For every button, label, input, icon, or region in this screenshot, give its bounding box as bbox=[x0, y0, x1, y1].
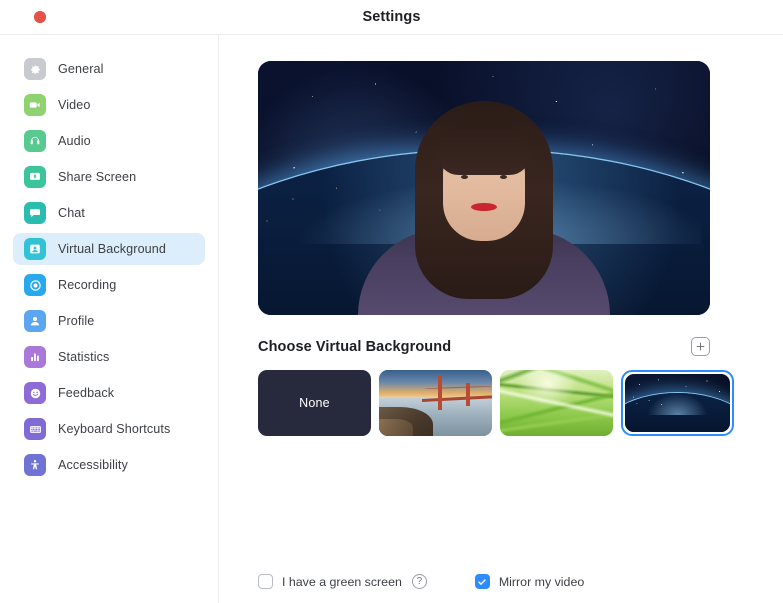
plus-icon bbox=[696, 342, 705, 351]
checkmark-icon bbox=[478, 578, 487, 585]
bridge-sky bbox=[379, 370, 492, 398]
background-thumbnail-bridge[interactable] bbox=[379, 370, 492, 436]
sidebar-item-feedback[interactable]: Feedback bbox=[13, 377, 205, 409]
green-screen-option[interactable]: I have a green screen ? bbox=[258, 574, 427, 589]
gear-icon bbox=[24, 58, 46, 80]
add-background-button[interactable] bbox=[691, 337, 710, 356]
green-screen-label: I have a green screen bbox=[282, 574, 402, 589]
close-window-button[interactable] bbox=[34, 11, 46, 23]
video-camera-icon bbox=[24, 94, 46, 116]
sidebar-item-recording[interactable]: Recording bbox=[13, 269, 205, 301]
person-eye-left bbox=[461, 175, 468, 179]
background-thumbnail-space[interactable] bbox=[621, 370, 734, 436]
background-thumbnail-list: None bbox=[258, 370, 753, 436]
bridge-foreground-rock bbox=[379, 418, 413, 436]
sidebar-item-label: Audio bbox=[58, 134, 91, 148]
settings-sidebar: General Video Audio Share Screen Chat Vi… bbox=[0, 35, 219, 603]
window-body: General Video Audio Share Screen Chat Vi… bbox=[0, 35, 783, 603]
section-title: Choose Virtual Background bbox=[258, 338, 452, 355]
person-hair-front bbox=[438, 123, 530, 175]
thumbnail-image bbox=[500, 370, 613, 436]
sidebar-item-label: Profile bbox=[58, 314, 95, 328]
background-thumbnail-grass[interactable] bbox=[500, 370, 613, 436]
mirror-video-label: Mirror my video bbox=[498, 574, 585, 589]
space-atmosphere-glow bbox=[648, 393, 707, 415]
sidebar-item-label: Virtual Background bbox=[58, 242, 166, 256]
virtual-background-panel: Choose Virtual Background None I have a … bbox=[219, 35, 783, 603]
sidebar-item-profile[interactable]: Profile bbox=[13, 305, 205, 337]
profile-person-icon bbox=[24, 310, 46, 332]
keyboard-icon bbox=[24, 418, 46, 440]
background-thumbnail-none[interactable]: None bbox=[258, 370, 371, 436]
sidebar-item-keyboard-shortcuts[interactable]: Keyboard Shortcuts bbox=[13, 413, 205, 445]
mirror-video-option[interactable]: Mirror my video bbox=[474, 574, 585, 589]
title-bar: Settings bbox=[0, 0, 783, 35]
share-screen-icon bbox=[24, 166, 46, 188]
sidebar-item-label: Chat bbox=[58, 206, 86, 220]
help-icon[interactable]: ? bbox=[411, 574, 427, 589]
person-eye-right bbox=[500, 175, 507, 179]
person-lips bbox=[471, 203, 497, 211]
page-title: Settings bbox=[362, 9, 421, 25]
sidebar-item-label: Share Screen bbox=[58, 170, 137, 184]
chat-bubble-icon bbox=[24, 202, 46, 224]
sidebar-item-video[interactable]: Video bbox=[13, 89, 205, 121]
sidebar-item-chat[interactable]: Chat bbox=[13, 197, 205, 229]
sidebar-item-label: Accessibility bbox=[58, 458, 128, 472]
sidebar-item-general[interactable]: General bbox=[13, 53, 205, 85]
thumbnail-image bbox=[625, 374, 730, 432]
sidebar-item-label: Video bbox=[58, 98, 91, 112]
bar-chart-icon bbox=[24, 346, 46, 368]
mirror-video-checkbox[interactable] bbox=[474, 574, 490, 589]
sidebar-item-label: Keyboard Shortcuts bbox=[58, 422, 171, 436]
sidebar-item-label: Statistics bbox=[58, 350, 110, 364]
bridge-tower-far bbox=[466, 383, 470, 406]
virtual-background-icon bbox=[24, 238, 46, 260]
sidebar-item-label: Recording bbox=[58, 278, 117, 292]
sidebar-item-virtual-background[interactable]: Virtual Background bbox=[13, 233, 205, 265]
smiley-face-icon bbox=[24, 382, 46, 404]
sidebar-item-statistics[interactable]: Statistics bbox=[13, 341, 205, 373]
thumbnail-image bbox=[379, 370, 492, 436]
video-preview bbox=[258, 61, 710, 315]
headphones-icon bbox=[24, 130, 46, 152]
thumbnail-label: None bbox=[299, 396, 330, 410]
sidebar-item-share-screen[interactable]: Share Screen bbox=[13, 161, 205, 193]
choose-background-header: Choose Virtual Background bbox=[258, 337, 710, 356]
thumbnail-image: None bbox=[258, 370, 371, 436]
sidebar-item-label: Feedback bbox=[58, 386, 115, 400]
settings-window: Settings General Video Audio Share Scree… bbox=[0, 0, 783, 603]
grass-sun-glow bbox=[515, 370, 580, 407]
green-screen-checkbox[interactable] bbox=[258, 574, 273, 589]
record-icon bbox=[24, 274, 46, 296]
window-controls bbox=[34, 11, 46, 23]
preview-person bbox=[358, 91, 610, 315]
sidebar-item-accessibility[interactable]: Accessibility bbox=[13, 449, 205, 481]
sidebar-item-label: General bbox=[58, 62, 104, 76]
background-options: I have a green screen ? Mirror my video bbox=[258, 574, 584, 589]
bridge-tower-near bbox=[437, 375, 442, 410]
sidebar-item-audio[interactable]: Audio bbox=[13, 125, 205, 157]
accessibility-icon bbox=[24, 454, 46, 476]
